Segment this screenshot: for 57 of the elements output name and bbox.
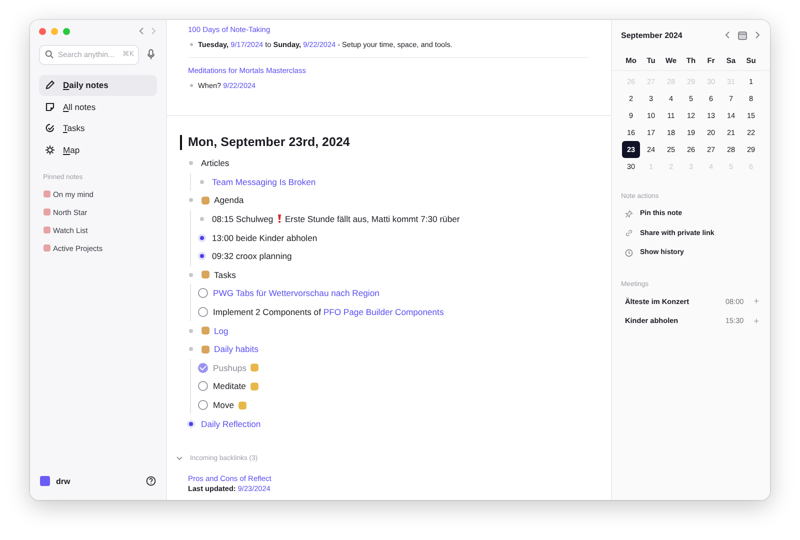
outline-text: Agenda: [214, 195, 244, 206]
task-checkbox[interactable]: [198, 307, 208, 318]
microphone-icon[interactable]: [147, 48, 155, 60]
calendar-icon[interactable]: [738, 30, 747, 40]
note-link[interactable]: PWG Tabs für Wettervorschau nach Region: [213, 288, 380, 298]
back-icon[interactable]: [138, 27, 144, 35]
emoji-icon: [43, 226, 51, 234]
note-link[interactable]: Daily habits: [214, 344, 258, 354]
outline-text: Tasks: [214, 270, 236, 280]
note-icon: [45, 102, 55, 112]
nav-item[interactable]: Map: [39, 140, 157, 160]
emoji-icon: [43, 208, 51, 216]
note-link[interactable]: Daily Reflection: [201, 418, 261, 429]
link-icon: [625, 229, 633, 238]
task-checkbox[interactable]: [198, 381, 208, 392]
previous-month-icon[interactable]: [724, 31, 730, 39]
emoji-icon: [43, 190, 51, 198]
task-checkbox[interactable]: [198, 288, 208, 298]
search-icon: [45, 50, 54, 58]
close-button[interactable]: [39, 28, 46, 34]
note-link[interactable]: Team Messaging Is Broken: [212, 176, 316, 187]
nav-item[interactable]: All notes: [39, 96, 157, 117]
daily-note-title: Mon, September 23rd, 2024: [180, 135, 591, 150]
pin-icon: [625, 210, 633, 218]
outline-text: Meditate: [213, 381, 246, 392]
calendar-month: September 2024: [621, 30, 684, 40]
note-link[interactable]: PFO Page Builder Components: [323, 307, 444, 318]
check-circle-icon: [45, 123, 55, 134]
forward-icon[interactable]: [151, 27, 157, 35]
outline-text: Pushups: [213, 362, 246, 373]
bullet-icon[interactable]: [189, 422, 193, 426]
outline-text: Implement 2 Components of PFO Page Builder Components: [213, 307, 444, 318]
minimize-button[interactable]: [51, 28, 58, 34]
outline-text: Articles: [201, 158, 230, 168]
exclamation-icon: [276, 214, 282, 224]
emoji-icon: [201, 196, 210, 205]
task-checkbox[interactable]: [198, 400, 208, 410]
next-month-icon[interactable]: [755, 31, 761, 39]
outline-text: 09:32 croox planning: [212, 251, 292, 262]
clock-icon: [625, 248, 633, 257]
user-name: drw: [56, 476, 72, 486]
outline-text: 08:15 Schulweg Erste Stunde fällt aus, Matti kommt 7:30 rüber: [212, 214, 460, 224]
emoji-icon: [43, 244, 51, 252]
bullet-icon[interactable]: [200, 236, 204, 240]
avatar[interactable]: [40, 476, 50, 486]
note-link[interactable]: Log: [214, 326, 228, 336]
bullet-icon[interactable]: [200, 254, 204, 258]
outline-text: 13:00 beide Kinder abholen: [212, 232, 318, 243]
task-checkbox[interactable]: [198, 362, 208, 373]
sun-icon: [45, 144, 55, 155]
help-icon[interactable]: [146, 476, 156, 486]
outline-text: Move: [213, 400, 234, 410]
nav-item[interactable]: Tasks: [39, 118, 157, 138]
zoom-button[interactable]: [63, 28, 70, 34]
emoji-icon: [201, 270, 210, 280]
pencil-icon: [45, 80, 55, 90]
nav-item[interactable]: Daily notes: [39, 75, 157, 96]
